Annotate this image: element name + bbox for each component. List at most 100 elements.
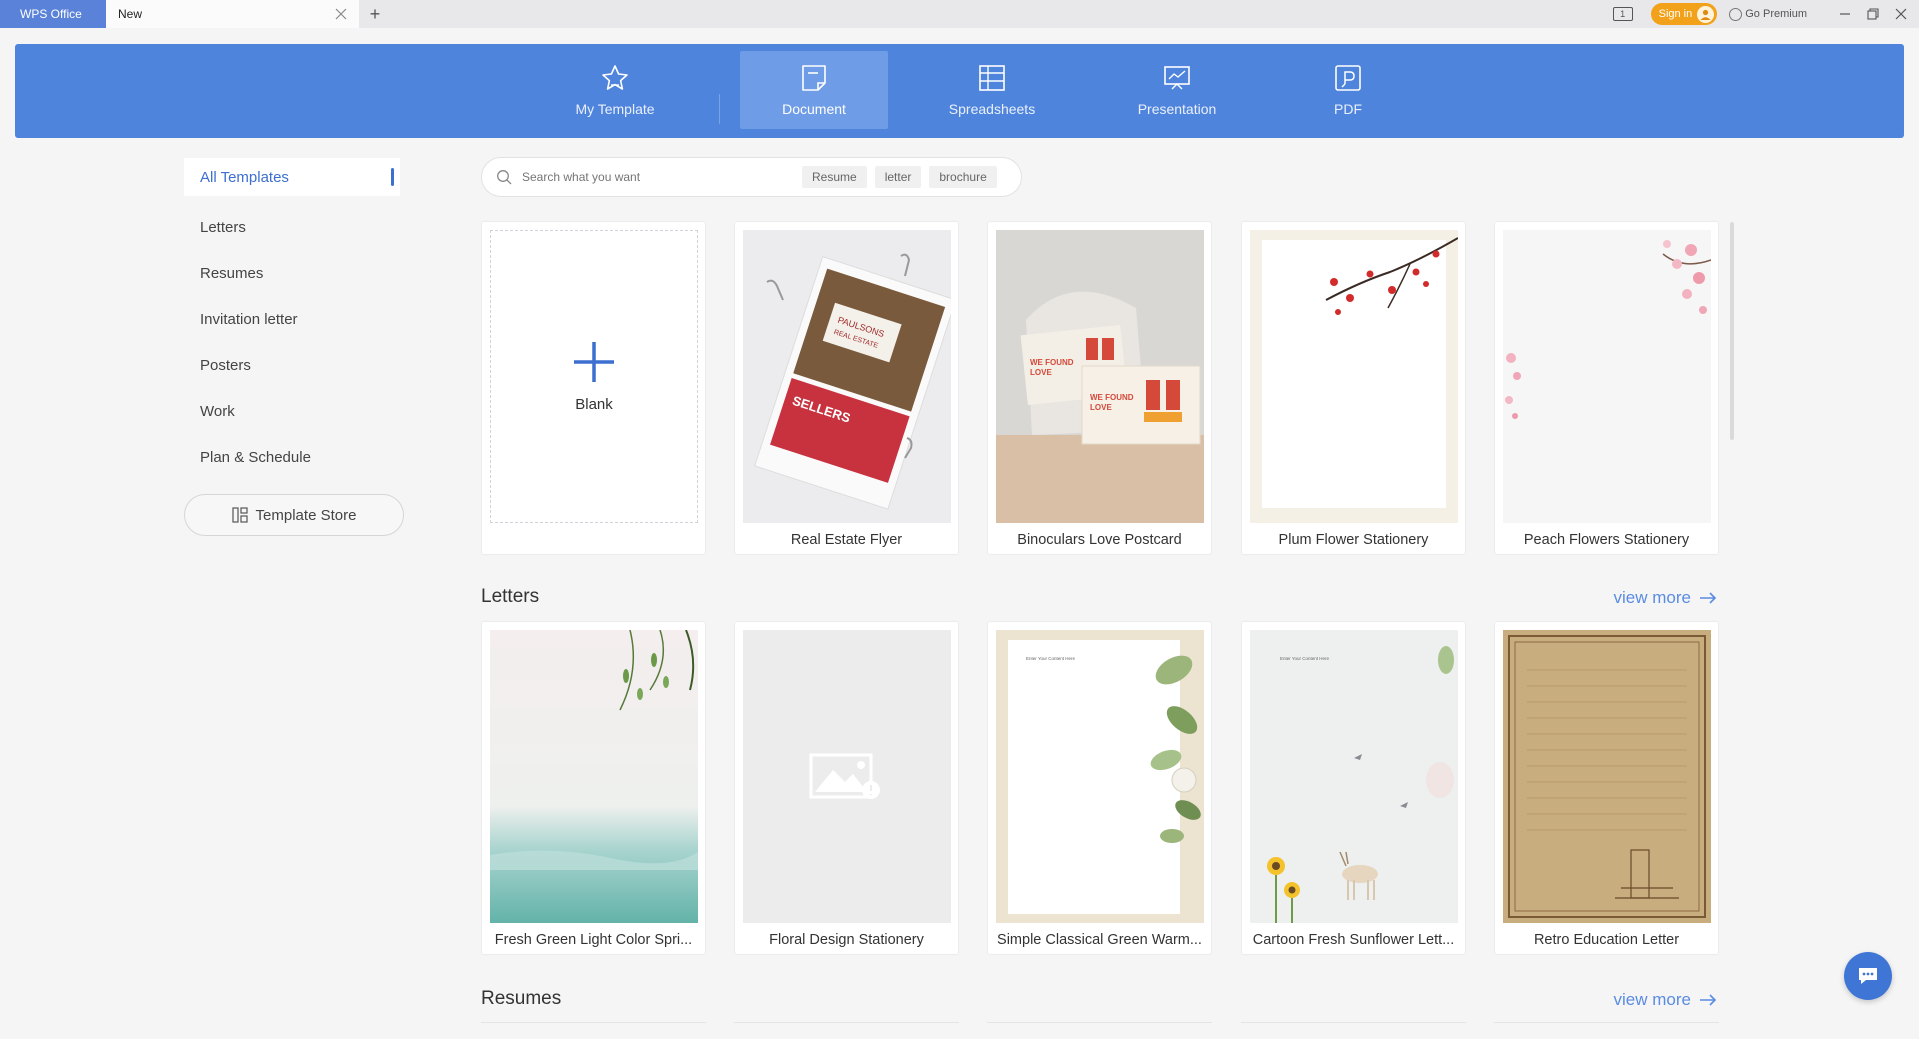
template-thumbnail <box>490 630 698 923</box>
template-thumbnail: Enter Your Content Here <box>1250 630 1458 923</box>
star-icon <box>602 65 628 90</box>
category-document[interactable]: Document <box>740 51 888 129</box>
template-thumbnail: Enter Your Content Here <box>996 630 1204 923</box>
app-tab-label: WPS Office <box>20 7 82 21</box>
category-label: Document <box>782 101 846 117</box>
category-spreadsheets[interactable]: Spreadsheets <box>918 51 1066 129</box>
go-premium-label: Go Premium <box>1745 8 1807 20</box>
minimize-button[interactable] <box>1831 0 1859 28</box>
sign-in-label: Sign in <box>1658 8 1693 20</box>
template-card-binoculars-love-postcard[interactable]: WE FOUND LOVE WE FOUND LOVE Binoculars L… <box>987 221 1212 555</box>
resume-card-edge <box>987 1022 1212 1023</box>
template-card-fresh-green-light-color[interactable]: Fresh Green Light Color Spri... <box>481 621 706 955</box>
template-store-label: Template Store <box>255 506 357 524</box>
resume-card-edge <box>1241 1022 1466 1023</box>
document-tab[interactable]: New <box>106 0 359 28</box>
template-card-real-estate-flyer[interactable]: PAULSONS REAL ESTATE SELLERS Real Estate… <box>734 221 959 555</box>
template-thumbnail <box>1503 230 1711 523</box>
letters-section-title: Letters <box>481 586 540 607</box>
restore-button[interactable] <box>1859 0 1887 28</box>
sidebar-item-label: Letters <box>200 218 246 236</box>
pdf-icon <box>1335 65 1361 91</box>
postcard-line-2: LOVE <box>1030 368 1052 377</box>
blank-thumbnail: Blank <box>490 230 698 523</box>
close-tab-icon[interactable] <box>335 8 347 20</box>
resumes-view-more-link[interactable]: view more <box>1614 990 1717 1010</box>
template-card-plum-flower-stationery[interactable]: Plum Flower Stationery <box>1241 221 1466 555</box>
spreadsheet-icon <box>979 65 1005 91</box>
template-title: Fresh Green Light Color Spri... <box>494 932 693 948</box>
sidebar-item-posters[interactable]: Posters <box>184 342 400 388</box>
app-tab[interactable]: WPS Office <box>0 0 106 28</box>
arrow-right-icon <box>1700 994 1717 1006</box>
template-card-floral-design-stationery[interactable]: Floral Design Stationery <box>734 621 959 955</box>
plus-icon <box>574 342 614 382</box>
plus-icon: + <box>369 3 381 24</box>
sidebar-item-work[interactable]: Work <box>184 388 400 434</box>
search-chip-brochure[interactable]: brochure <box>929 166 997 188</box>
sidebar-item-label: Work <box>200 402 235 420</box>
resume-card-edge <box>1494 1022 1719 1023</box>
template-store-button[interactable]: Template Store <box>184 494 404 536</box>
header-divider <box>719 94 720 124</box>
template-title: Simple Classical Green Warm... <box>997 932 1202 948</box>
category-label: My Template <box>575 101 655 117</box>
search-chip-resume[interactable]: Resume <box>802 166 867 188</box>
document-icon <box>802 65 826 91</box>
search-icon <box>497 170 512 185</box>
category-pdf[interactable]: PDF <box>1274 51 1422 129</box>
template-card-simple-classical-green[interactable]: Enter Your Content Here Simple Classical… <box>987 621 1212 955</box>
template-title: Real Estate Flyer <box>790 532 903 548</box>
blank-label: Blank <box>575 396 613 413</box>
template-card-cartoon-fresh-sunflower[interactable]: Enter Your Content Here Cartoon Fresh Su… <box>1241 621 1466 955</box>
sign-in-button[interactable]: Sign in <box>1650 3 1718 25</box>
close-window-button[interactable] <box>1887 0 1915 28</box>
template-title: Binoculars Love Postcard <box>1017 532 1182 548</box>
category-label: Spreadsheets <box>948 101 1036 117</box>
view-more-label: view more <box>1613 990 1691 1009</box>
arrow-right-icon <box>1700 592 1717 604</box>
sidebar-item-label: Plan & Schedule <box>200 448 311 466</box>
sidebar-item-resumes[interactable]: Resumes <box>184 250 400 296</box>
category-presentation[interactable]: Presentation <box>1103 51 1251 129</box>
template-card-blank[interactable]: Blank <box>481 221 706 555</box>
sidebar-item-invitation-letter[interactable]: Invitation letter <box>184 296 400 342</box>
template-thumbnail: WE FOUND LOVE WE FOUND LOVE <box>996 230 1204 523</box>
title-bar: WPS Office New + 1 Sign in Go Premium <box>0 0 1919 28</box>
postcard-line-1: WE FOUND <box>1090 393 1134 402</box>
chat-support-button[interactable] <box>1844 952 1892 1000</box>
new-tab-button[interactable]: + <box>359 0 391 28</box>
template-title: Retro Education Letter <box>1533 932 1680 948</box>
letters-view-more-link[interactable]: view more <box>1614 588 1717 608</box>
search-chip-letter[interactable]: letter <box>874 166 922 188</box>
sidebar-item-label: Posters <box>200 356 251 374</box>
template-thumbnail <box>1250 230 1458 523</box>
sidebar-item-plan-schedule[interactable]: Plan & Schedule <box>184 434 400 480</box>
template-card-peach-flowers-stationery[interactable]: Peach Flowers Stationery <box>1494 221 1719 555</box>
store-grid-icon <box>231 507 248 523</box>
sidebar-item-label: Resumes <box>200 264 264 282</box>
letter-heading: Enter Your Content Here <box>1280 656 1330 661</box>
sidebar-item-label: Invitation letter <box>200 310 298 328</box>
sidebar-item-letters[interactable]: Letters <box>184 204 400 250</box>
content-scrollbar[interactable] <box>1730 222 1734 440</box>
template-thumbnail: PAULSONS REAL ESTATE SELLERS <box>743 230 951 523</box>
window-layout-icon[interactable]: 1 <box>1612 7 1633 21</box>
postcard-line-2: LOVE <box>1090 403 1112 412</box>
template-card-retro-education-letter[interactable]: Retro Education Letter <box>1494 621 1719 955</box>
template-sidebar: All Templates Letters Resumes Invitation… <box>184 158 404 536</box>
avatar-icon <box>1697 5 1715 23</box>
sidebar-item-all-templates[interactable]: All Templates <box>184 158 400 196</box>
minimize-icon <box>1840 13 1850 15</box>
resume-card-edge <box>734 1022 959 1023</box>
resume-card-edge <box>481 1022 706 1023</box>
search-input[interactable] <box>522 170 802 184</box>
template-title: Plum Flower Stationery <box>1278 532 1429 548</box>
template-thumbnail <box>743 630 951 923</box>
category-my-template[interactable]: My Template <box>541 51 689 129</box>
premium-icon <box>1729 7 1743 21</box>
template-search-bar: Resume letter brochure <box>481 157 1022 197</box>
category-label: Presentation <box>1137 101 1217 117</box>
go-premium-button[interactable]: Go Premium <box>1729 7 1807 21</box>
view-more-label: view more <box>1613 588 1691 607</box>
